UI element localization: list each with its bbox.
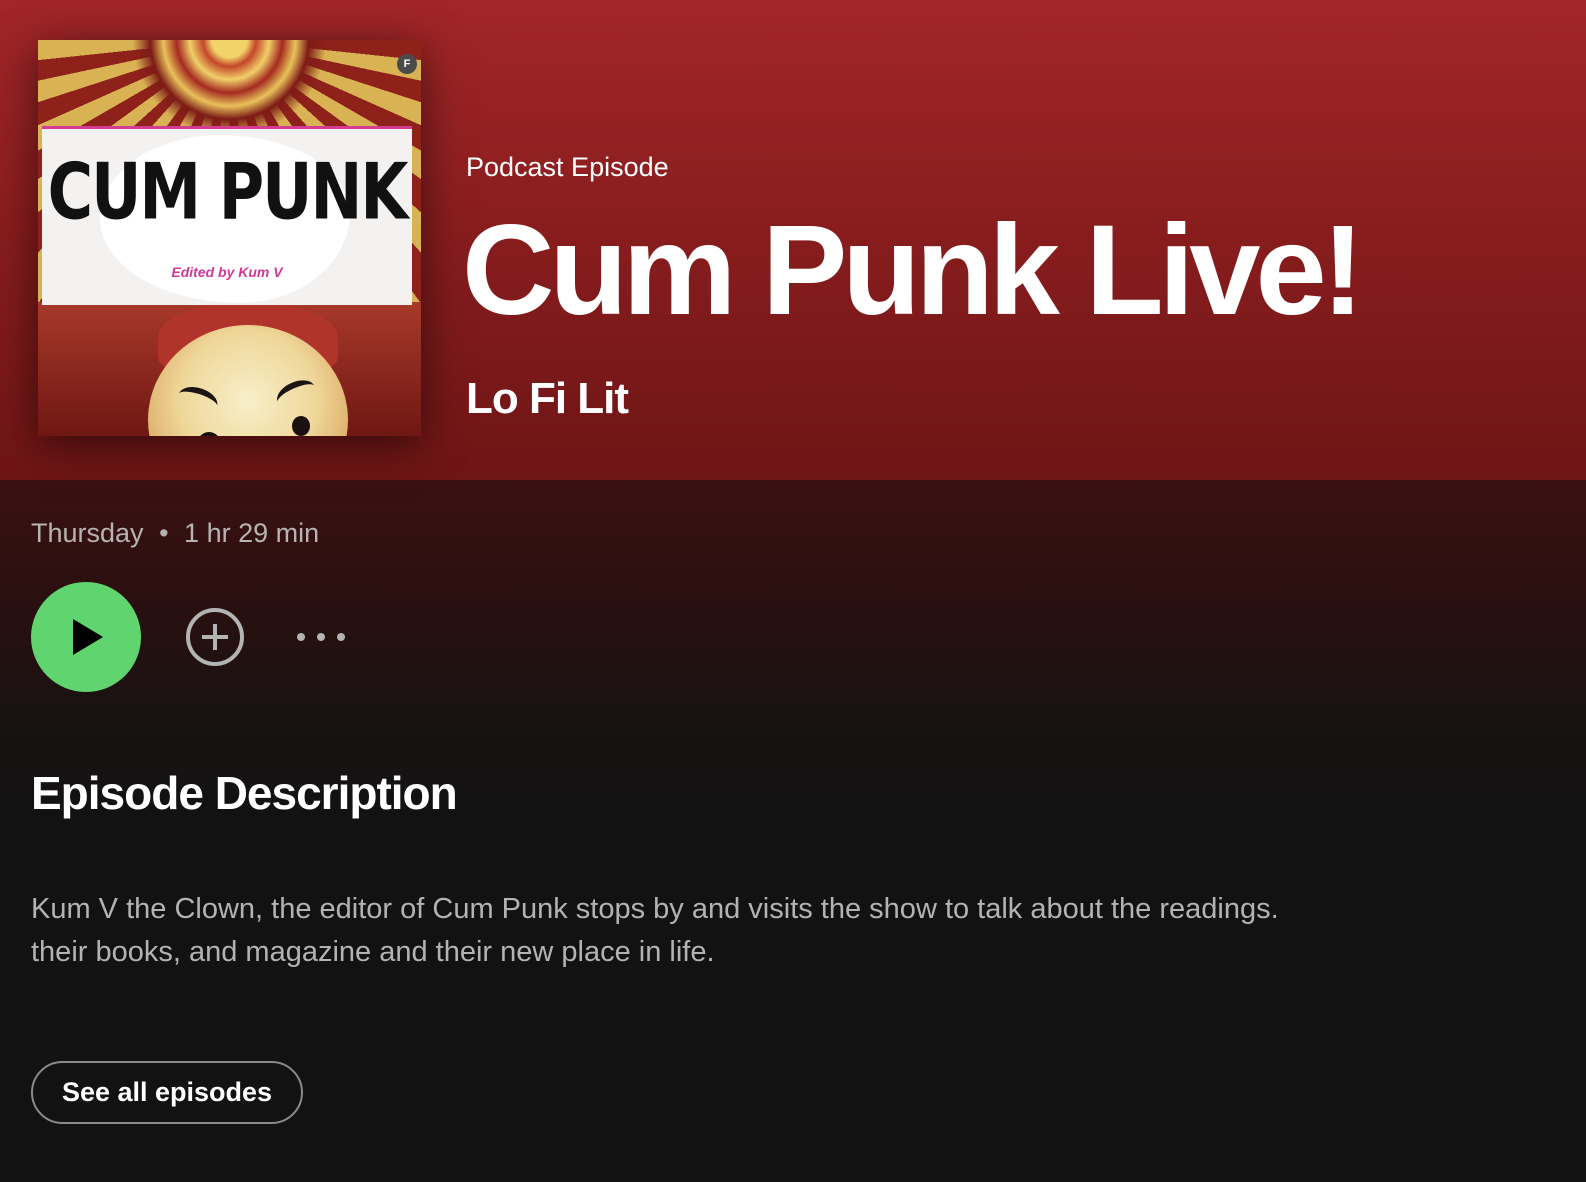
more-horizontal-icon — [297, 633, 305, 641]
more-horizontal-icon — [337, 633, 345, 641]
show-name-link[interactable]: Lo Fi Lit — [466, 374, 629, 424]
cover-badge: F — [397, 54, 417, 74]
add-to-library-button[interactable] — [186, 608, 244, 666]
episode-meta: Thursday • 1 hr 29 min — [31, 518, 319, 549]
plus-circle-icon — [202, 624, 228, 650]
description-heading: Episode Description — [31, 767, 458, 819]
episode-title: Cum Punk Live! — [462, 199, 1364, 342]
play-icon — [73, 619, 103, 655]
episode-page: CUM PUNK Edited by Kum V F Podcast Episo… — [0, 0, 1586, 1182]
episode-duration: 1 hr 29 min — [184, 518, 320, 548]
cover-subtitle: Edited by Kum V — [171, 264, 283, 280]
see-all-episodes-button[interactable]: See all episodes — [31, 1061, 303, 1124]
meta-separator: • — [159, 518, 169, 548]
cover-title: CUM PUNK — [47, 145, 409, 238]
description-text: Kum V the Clown, the editor of Cum Punk … — [31, 893, 1279, 968]
more-options-button[interactable] — [290, 620, 352, 654]
episode-cover-art: CUM PUNK Edited by Kum V F — [38, 40, 421, 436]
play-button[interactable] — [31, 582, 141, 692]
cover-title-card: CUM PUNK Edited by Kum V — [42, 126, 412, 305]
episode-type-label: Podcast Episode — [466, 152, 669, 182]
episode-date: Thursday — [31, 518, 144, 548]
more-horizontal-icon — [317, 633, 325, 641]
clown-right-eye — [292, 416, 310, 436]
